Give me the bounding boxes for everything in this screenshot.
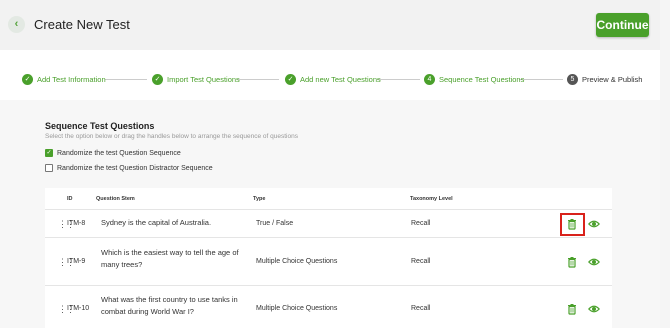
randomize-question-sequence-option[interactable]: ✓ Randomize the test Question Sequence xyxy=(45,149,181,157)
column-header-stem: Question Stem xyxy=(96,196,135,202)
step-label: Preview & Publish xyxy=(582,75,643,84)
question-id: ITM-9 xyxy=(67,258,86,265)
step-label: Add Test Information xyxy=(37,75,106,84)
check-icon: ✓ xyxy=(152,74,163,85)
question-type: True / False xyxy=(256,220,294,227)
step-number: 5 xyxy=(567,74,578,85)
question-id: ITM-10 xyxy=(67,305,90,312)
taxonomy-level: Recall xyxy=(411,220,431,227)
question-stem: Which is the easiest way to tell the age… xyxy=(101,248,239,269)
question-id: ITM-8 xyxy=(67,220,86,227)
step-connector xyxy=(377,79,420,80)
check-icon: ✓ xyxy=(22,74,33,85)
table-header: ID Question Stem Type Taxonomy Level xyxy=(45,188,612,210)
step-import-test-questions[interactable]: ✓ Import Test Questions xyxy=(152,74,240,85)
checkbox-unchecked[interactable] xyxy=(45,164,53,172)
step-label: Sequence Test Questions xyxy=(439,75,525,84)
main-content: Sequence Test Questions Select the optio… xyxy=(0,100,660,328)
section-title: Sequence Test Questions xyxy=(45,121,155,131)
progress-stepper: ✓ Add Test Information ✓ Import Test Que… xyxy=(0,50,660,100)
check-icon: ✓ xyxy=(285,74,296,85)
option-label: Randomize the test Question Distractor S… xyxy=(57,164,213,172)
page-title: Create New Test xyxy=(34,17,130,32)
table-row: ⋮⋮ ITM-8 Sydney is the capital of Austra… xyxy=(45,210,612,238)
step-connector xyxy=(519,79,563,80)
continue-button[interactable]: Continue xyxy=(596,13,649,37)
step-sequence-test-questions[interactable]: 4 Sequence Test Questions xyxy=(424,74,524,85)
eye-icon[interactable] xyxy=(588,256,600,268)
checkbox-checked[interactable]: ✓ xyxy=(45,149,53,157)
question-stem: What was the first country to use tanks … xyxy=(101,295,238,316)
question-type: Multiple Choice Questions xyxy=(256,258,338,265)
section-subtitle: Select the option below or drag the hand… xyxy=(45,133,298,140)
step-connector xyxy=(237,79,279,80)
option-label: Randomize the test Question Sequence xyxy=(57,149,181,157)
column-header-taxonomy: Taxonomy Level xyxy=(410,196,453,202)
column-header-type: Type xyxy=(253,196,266,202)
taxonomy-level: Recall xyxy=(411,258,431,265)
step-number: 4 xyxy=(424,74,435,85)
step-preview-publish[interactable]: 5 Preview & Publish xyxy=(567,74,642,85)
step-add-test-information[interactable]: ✓ Add Test Information xyxy=(22,74,106,85)
question-type: Multiple Choice Questions xyxy=(256,305,338,312)
chevron-left-icon: ‹ xyxy=(14,18,19,30)
taxonomy-level: Recall xyxy=(411,305,431,312)
table-row: ⋮⋮ ITM-9 Which is the easiest way to tel… xyxy=(45,238,612,286)
page-header: ‹ Create New Test Continue xyxy=(0,0,660,50)
trash-icon[interactable] xyxy=(566,303,578,315)
trash-icon[interactable] xyxy=(566,218,578,230)
column-header-id: ID xyxy=(67,196,73,202)
table-row: ⋮⋮ ITM-10 What was the first country to … xyxy=(45,286,612,328)
step-label: Import Test Questions xyxy=(167,75,240,84)
questions-table: ID Question Stem Type Taxonomy Level ⋮⋮ … xyxy=(45,188,612,328)
eye-icon[interactable] xyxy=(588,218,600,230)
question-stem: Sydney is the capital of Australia. xyxy=(101,218,212,227)
step-connector xyxy=(105,79,147,80)
randomize-distractor-sequence-option[interactable]: Randomize the test Question Distractor S… xyxy=(45,164,213,172)
eye-icon[interactable] xyxy=(588,303,600,315)
trash-icon[interactable] xyxy=(566,256,578,268)
back-button[interactable]: ‹ xyxy=(8,16,25,33)
step-add-new-test-questions[interactable]: ✓ Add new Test Questions xyxy=(285,74,381,85)
step-label: Add new Test Questions xyxy=(300,75,381,84)
